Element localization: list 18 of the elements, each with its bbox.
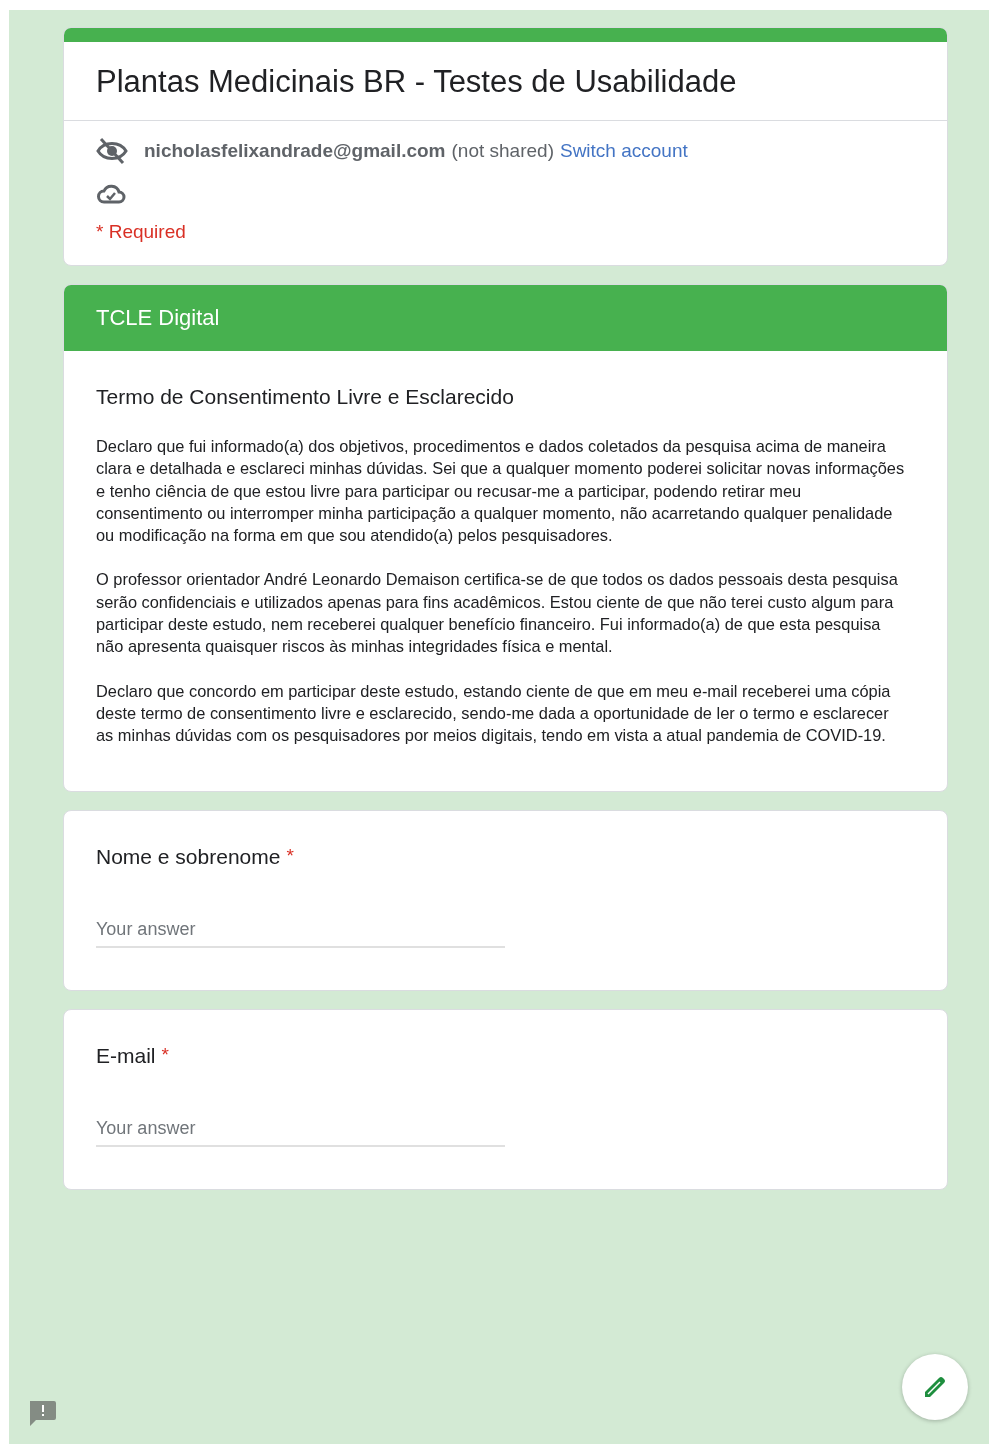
feedback-icon[interactable] bbox=[27, 1398, 57, 1428]
section-header: TCLE Digital bbox=[64, 285, 947, 351]
required-asterisk: * bbox=[286, 844, 294, 866]
eye-off-icon bbox=[96, 137, 128, 165]
edit-button[interactable] bbox=[902, 1354, 968, 1420]
cloud-check-icon bbox=[96, 183, 126, 205]
form-title: Plantas Medicinais BR - Testes de Usabilidade bbox=[64, 42, 947, 121]
switch-account-link[interactable]: Switch account bbox=[559, 140, 688, 162]
section-title: Termo de Consentimento Livre e Esclarecido bbox=[96, 385, 515, 409]
consent-paragraph: Declaro que concordo em participar deste estudo, estando ciente de que em meu e-mail receberei uma cópia deste termo de consentimento livre e esclarecido, sendo-me dada a oportunidade de ler o termo e esclarecer as minhas dúvidas com os pesquisadores por meios digitais, tendo em vista a atual pandemia de COVID-19. bbox=[96, 680, 892, 747]
consent-paragraph: Declaro que fui informado(a) dos objetivos, procedimentos e dados coletados da pesquisa acima de maneira clara e detalhada e esclareci minhas dúvidas. Sei que a qualquer momento poderei solicitar novas informações e tenho ciência de que estou livre para participar ou recusar-me a participar, podendo retirar meu consentimento ou interromper minha participação a qualquer momento, não acarretando qualquer penalidade ou modificação na forma em que sou atendido(a) pelos pesquisadores. bbox=[96, 436, 906, 547]
required-notice: * Required bbox=[96, 221, 187, 243]
account-email: nicholasfelixandrade@gmail.com bbox=[144, 140, 446, 162]
consent-paragraph: O professor orientador André Leonardo Demaison certifica-se de que todos os dados pessoais desta pesquisa serão confidenciais e utilizados apenas para fins acadêmicos. Estou ciente de que não terei custo algum para participar deste estudo, nem receberei qualquer benefício financeiro. Fui informado(a) de que esta pesquisa não apresenta quaisquer riscos às minhas integridades física e mental. bbox=[96, 569, 899, 658]
not-shared-note: (not shared) bbox=[451, 140, 554, 162]
question-label: E-mail bbox=[96, 1043, 156, 1067]
question-label: Nome e sobrenome bbox=[96, 844, 281, 868]
required-asterisk: * bbox=[161, 1043, 169, 1065]
